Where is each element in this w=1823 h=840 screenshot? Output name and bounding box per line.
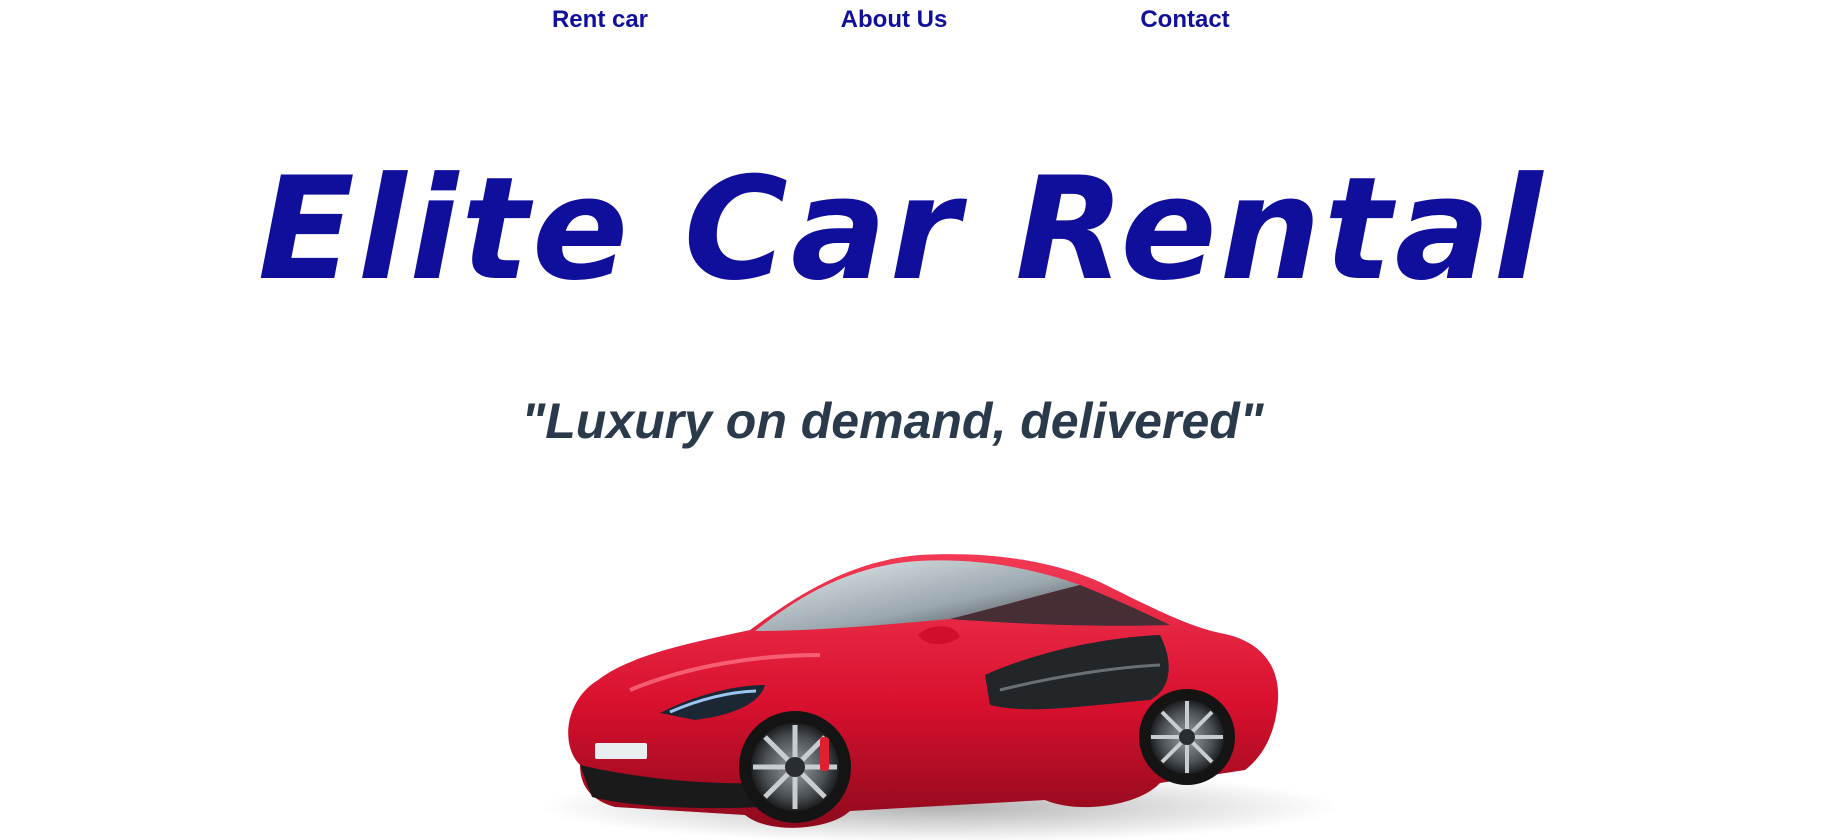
- hero-tagline: "Luxury on demand, delivered": [521, 393, 1264, 449]
- nav-link-contact[interactable]: Contact: [1140, 6, 1229, 34]
- top-nav: Rent car About Us Contact: [0, 6, 1823, 36]
- red-sports-car-illustration: [540, 554, 1340, 840]
- nav-link-about-us[interactable]: About Us: [841, 6, 948, 34]
- hero-car-image: [520, 515, 1350, 840]
- hero-title: Elite Car Rental: [257, 147, 1546, 312]
- nav-link-rent-car[interactable]: Rent car: [552, 6, 648, 34]
